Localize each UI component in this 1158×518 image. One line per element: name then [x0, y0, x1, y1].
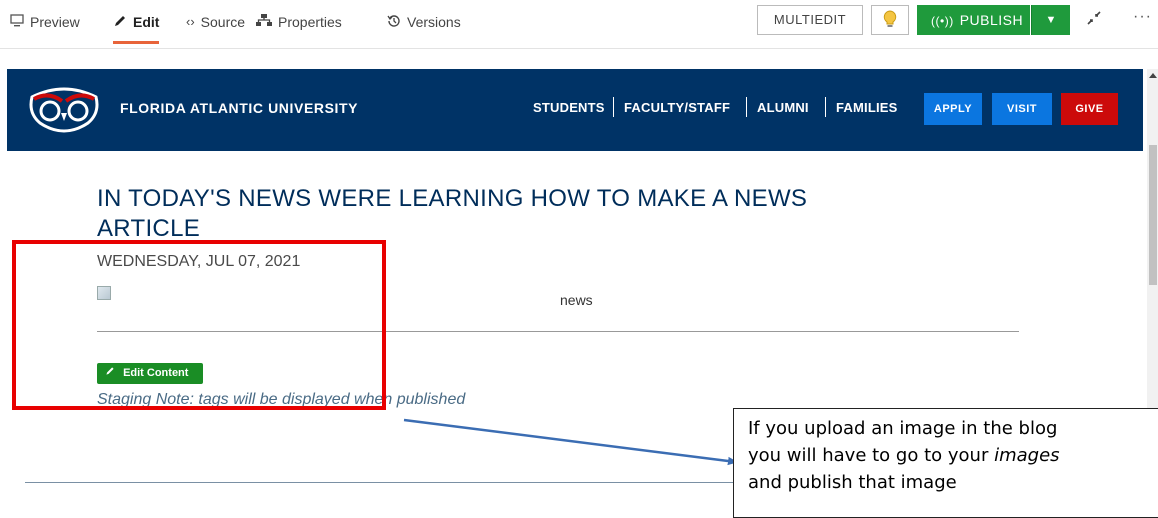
callout-line-3: and publish that image: [748, 472, 957, 493]
callout-images-word: images: [994, 445, 1060, 466]
annotation-callout: If you upload an image in the blog you w…: [733, 408, 1158, 518]
callout-line-2-text: you will have to go to your: [748, 445, 995, 466]
callout-line-1: If you upload an image in the blog: [748, 418, 1058, 439]
callout-line-2: you will have to go to your images: [748, 442, 1158, 469]
